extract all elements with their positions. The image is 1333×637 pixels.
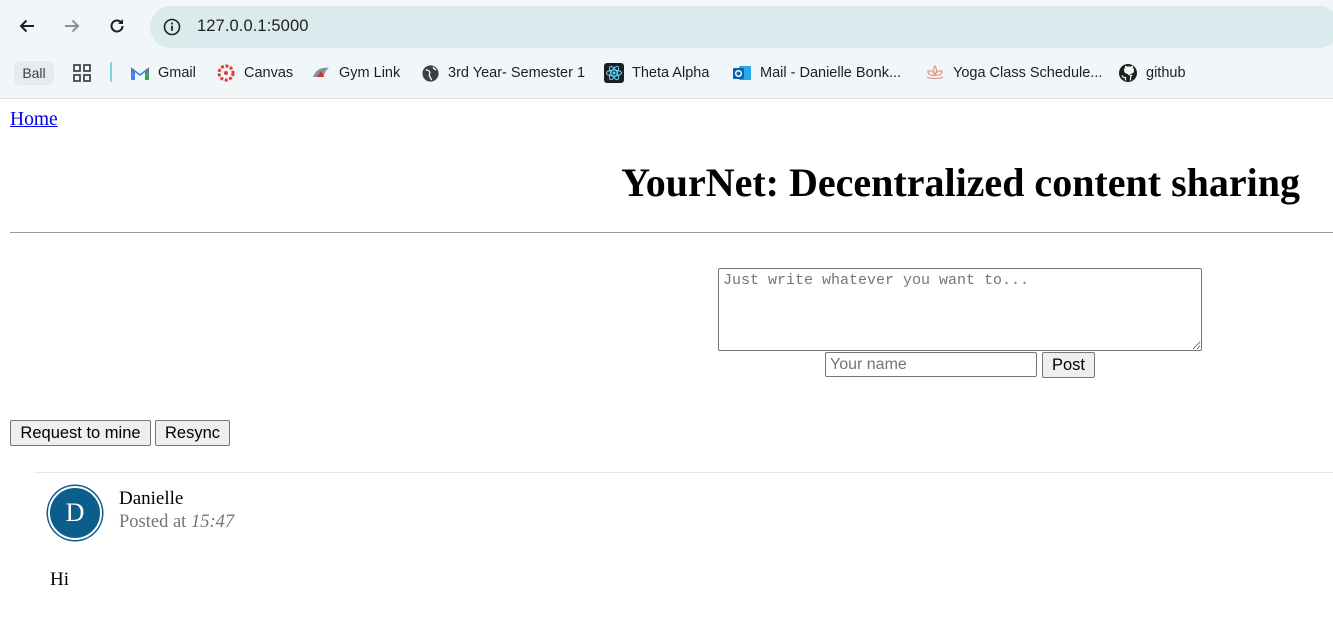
browser-toolbar: 127.0.0.1:5000	[0, 0, 1333, 52]
post-divider	[34, 472, 1333, 473]
header-divider	[10, 232, 1333, 233]
site-info-icon[interactable]	[160, 15, 184, 39]
url-text[interactable]: 127.0.0.1:5000	[197, 17, 309, 36]
bookmark-separator	[110, 62, 112, 82]
bookmark-mail[interactable]: Mail - Danielle Bonk...	[732, 56, 901, 90]
post-content-input[interactable]	[718, 268, 1202, 351]
reload-icon[interactable]	[103, 12, 131, 40]
back-arrow-icon[interactable]	[13, 12, 41, 40]
outlook-icon	[732, 63, 752, 83]
bookmark-label: 3rd Year- Semester 1	[448, 65, 586, 81]
posted-prefix: Posted at	[119, 512, 187, 532]
forward-arrow-icon[interactable]	[58, 12, 86, 40]
post-time: 15:47	[190, 512, 235, 532]
bookmark-label: Yoga Class Schedule...	[953, 65, 1103, 81]
github-icon	[1118, 63, 1138, 83]
canvas-icon	[216, 63, 236, 83]
address-bar[interactable]: 127.0.0.1:5000	[150, 6, 1333, 48]
bookmarks-bar: Ball Gmail Canvas Gym Link 3rd Year- Sem…	[0, 56, 1333, 90]
author-name-input[interactable]	[825, 352, 1037, 377]
home-link[interactable]: Home	[10, 109, 58, 131]
request-to-mine-button[interactable]: Request to mine	[10, 420, 151, 446]
bookmark-3rd-year[interactable]: 3rd Year- Semester 1	[420, 56, 585, 90]
avatar: D	[48, 486, 102, 540]
post-button[interactable]: Post	[1042, 352, 1095, 378]
react-icon	[604, 63, 624, 83]
gmail-icon	[130, 63, 150, 83]
page-content: Home YourNet: Decentralized content shar…	[0, 99, 1333, 637]
bookmark-label: Gym Link	[339, 65, 401, 81]
bookmark-gmail[interactable]: Gmail	[130, 56, 196, 90]
bookmark-github[interactable]: github	[1118, 56, 1186, 90]
apps-grid-icon[interactable]	[72, 63, 92, 83]
globe-icon	[420, 63, 440, 83]
bookmark-yoga[interactable]: Yoga Class Schedule...	[925, 56, 1102, 90]
bookmark-label: github	[1146, 65, 1186, 81]
bookmark-gym-link[interactable]: Gym Link	[311, 56, 400, 90]
page-title: YourNet: Decentralized content sharing	[621, 160, 1300, 205]
yoga-icon	[925, 63, 945, 83]
post-author: Danielle	[119, 488, 184, 509]
bookmark-theta-alpha[interactable]: Theta Alpha	[604, 56, 709, 90]
gym-icon	[311, 63, 331, 83]
browser-chrome: 127.0.0.1:5000 Ball Gmail Canvas Gym Lin…	[0, 0, 1333, 99]
bookmark-canvas[interactable]: Canvas	[216, 56, 293, 90]
bookmark-label: Canvas	[244, 65, 294, 81]
bookmark-label: Mail - Danielle Bonk...	[760, 65, 902, 81]
profile-chip[interactable]: Ball	[14, 61, 54, 85]
post-timestamp: Posted at 15:47	[119, 512, 234, 533]
bookmark-label: Gmail	[158, 65, 196, 81]
post-content: Hi	[50, 569, 69, 590]
resync-button[interactable]: Resync	[155, 420, 230, 446]
bookmark-label: Theta Alpha	[632, 65, 710, 81]
